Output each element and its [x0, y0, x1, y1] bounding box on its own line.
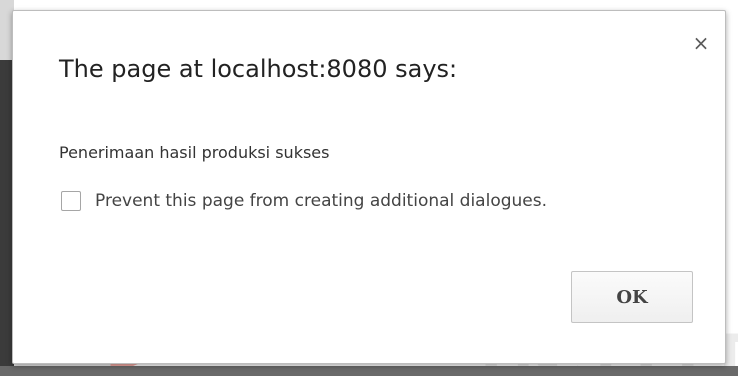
- underlying-page-bottom-edge: [0, 366, 738, 376]
- close-icon[interactable]: ×: [691, 33, 711, 53]
- prevent-dialogs-option[interactable]: Prevent this page from creating addition…: [61, 191, 547, 211]
- prevent-dialogs-checkbox[interactable]: [61, 191, 81, 211]
- prevent-dialogs-label[interactable]: Prevent this page from creating addition…: [95, 191, 547, 211]
- dialog-message: Penerimaan hasil produksi sukses: [59, 143, 330, 162]
- screen: INSTITUT BI × The page at localhost:8080…: [0, 0, 738, 376]
- ok-button[interactable]: OK: [571, 271, 693, 323]
- alert-dialog: × The page at localhost:8080 says: Pener…: [12, 10, 726, 364]
- dialog-title: The page at localhost:8080 says:: [59, 55, 458, 83]
